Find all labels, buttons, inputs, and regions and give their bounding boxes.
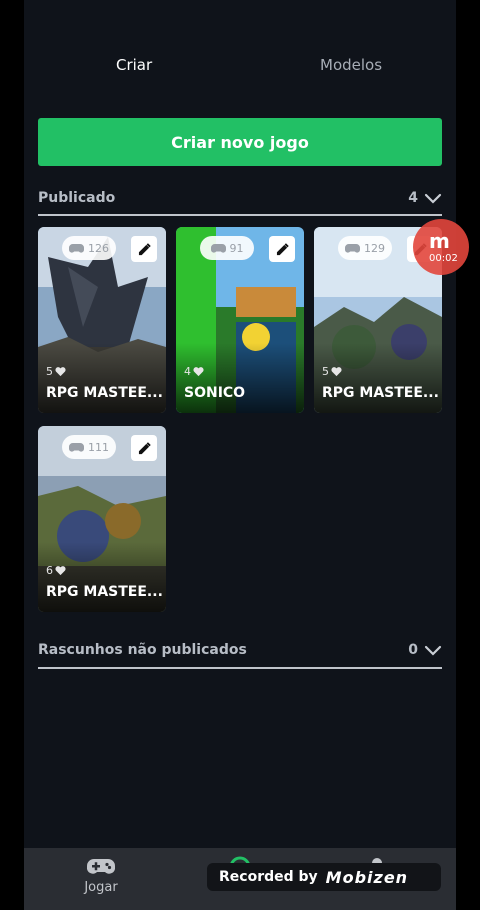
plays-badge: 111 [62, 435, 116, 459]
app-screen: Criar Modelos Criar novo jogo Publicado … [24, 0, 456, 910]
edit-button[interactable] [269, 236, 295, 262]
game-card[interactable]: 91 4 SONICO [176, 227, 304, 413]
game-card[interactable]: 126 5 RPG MASTEE... [38, 227, 166, 413]
nav-play[interactable]: Jogar [51, 856, 151, 895]
plays-count: 129 [364, 241, 385, 255]
heart-icon [331, 366, 342, 376]
gamepad-icon [69, 442, 84, 452]
plays-badge: 91 [200, 236, 254, 260]
create-new-game-button[interactable]: Criar novo jogo [38, 118, 442, 166]
recorder-watermark: Recorded by Mobizen [207, 863, 441, 891]
published-section-header[interactable]: Publicado 4 [38, 186, 442, 214]
heart-icon [193, 366, 204, 376]
card-gradient [176, 343, 304, 413]
likes: 4 [184, 365, 204, 378]
tab-create[interactable]: Criar [116, 56, 152, 74]
tab-templates[interactable]: Modelos [320, 56, 382, 74]
game-title: SONICO [184, 385, 246, 401]
game-title: RPG MASTEE... [322, 385, 439, 401]
recorder-bubble[interactable]: m 00:02 [413, 219, 469, 275]
drafts-title: Rascunhos não publicados [38, 642, 247, 658]
pencil-icon [138, 441, 151, 454]
pencil-icon [276, 242, 289, 255]
likes-count: 6 [46, 564, 53, 577]
game-title: RPG MASTEE... [46, 584, 163, 600]
plays-count: 111 [88, 440, 109, 454]
game-card[interactable]: 111 6 RPG MASTEE... [38, 426, 166, 612]
likes-count: 5 [322, 365, 329, 378]
likes: 6 [46, 564, 66, 577]
card-gradient [38, 343, 166, 413]
drafts-count: 0 [408, 642, 418, 658]
card-gradient [38, 542, 166, 612]
gamepad-icon [87, 859, 115, 874]
plays-badge: 126 [62, 236, 116, 260]
drafts-divider [38, 667, 442, 669]
recorder-logo-icon: m [429, 229, 450, 253]
nav-play-label: Jogar [84, 880, 118, 895]
gamepad-icon [69, 243, 84, 253]
heart-icon [55, 565, 66, 575]
card-gradient [314, 343, 442, 413]
likes-count: 4 [184, 365, 191, 378]
likes-count: 5 [46, 365, 53, 378]
likes: 5 [46, 365, 66, 378]
drafts-section-header[interactable]: Rascunhos não publicados 0 [38, 638, 442, 666]
published-divider [38, 214, 442, 216]
plays-badge: 129 [338, 236, 392, 260]
published-count: 4 [408, 190, 418, 206]
plays-count: 126 [88, 241, 109, 255]
gamepad-icon [210, 243, 226, 253]
recorder-time: 00:02 [429, 253, 458, 264]
pencil-icon [138, 242, 151, 255]
edit-button[interactable] [131, 435, 157, 461]
published-title: Publicado [38, 190, 116, 206]
heart-icon [55, 366, 66, 376]
gamepad-icon [345, 243, 360, 253]
game-title: RPG MASTEE... [46, 385, 163, 401]
edit-button[interactable] [131, 236, 157, 262]
chevron-down-icon[interactable] [424, 641, 442, 659]
plays-count: 91 [229, 241, 244, 255]
chevron-down-icon[interactable] [424, 189, 442, 207]
watermark-label: Recorded by [219, 869, 318, 885]
top-tabs: Criar Modelos [24, 48, 456, 84]
likes: 5 [322, 365, 342, 378]
watermark-brand: Mobizen [325, 867, 409, 887]
